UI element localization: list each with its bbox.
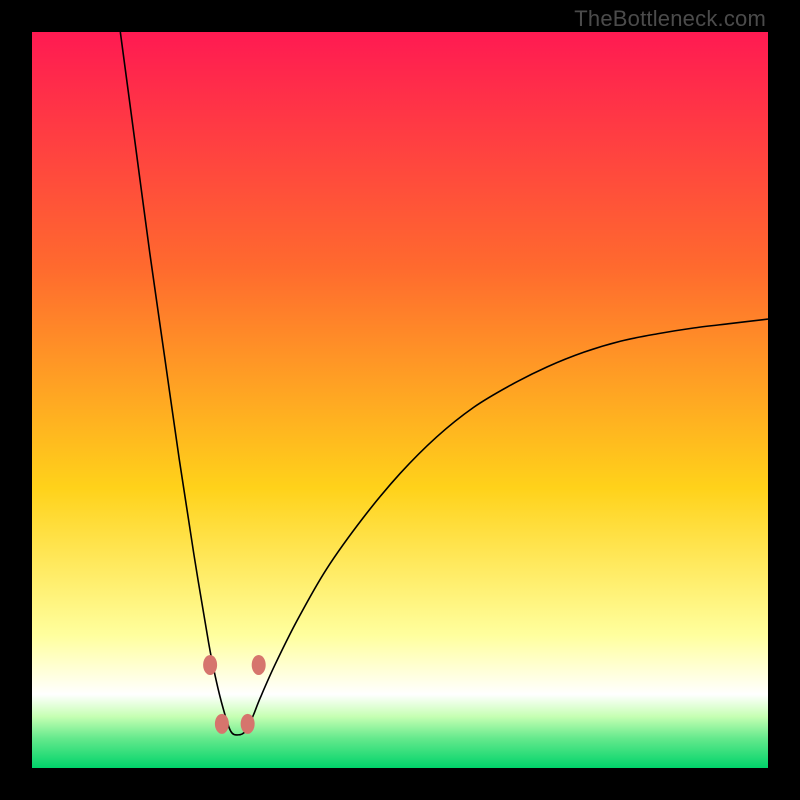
curve-bead-3 (252, 655, 266, 675)
curve-bead-1 (215, 714, 229, 734)
watermark-text: TheBottleneck.com (574, 6, 766, 32)
curve-bead-2 (241, 714, 255, 734)
curve-path (120, 32, 768, 735)
outer-frame: TheBottleneck.com (0, 0, 800, 800)
bead-group (203, 655, 266, 734)
curve-bead-0 (203, 655, 217, 675)
plot-area (32, 32, 768, 768)
bottleneck-curve (32, 32, 768, 768)
